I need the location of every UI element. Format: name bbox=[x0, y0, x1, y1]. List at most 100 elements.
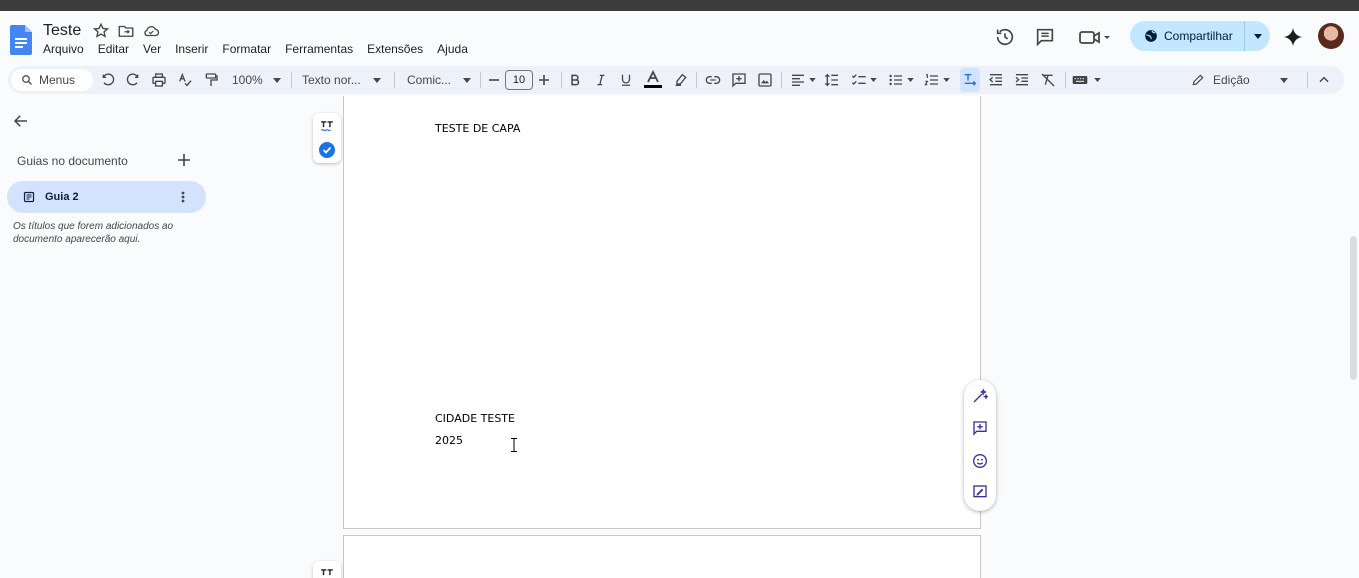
doc-tab-icon bbox=[23, 191, 35, 203]
share-main[interactable]: Compartilhar bbox=[1130, 21, 1245, 51]
paint-format-icon[interactable] bbox=[203, 71, 219, 89]
menu-arquivo[interactable]: Arquivo bbox=[36, 42, 91, 56]
suggest-icon[interactable] bbox=[972, 484, 988, 500]
star-icon[interactable] bbox=[92, 22, 110, 40]
document-title[interactable]: Teste bbox=[43, 22, 81, 40]
highlight-icon[interactable] bbox=[673, 71, 689, 89]
comment-icon[interactable] bbox=[1034, 26, 1056, 48]
check-circle-icon[interactable] bbox=[319, 142, 335, 158]
text-direction-icon[interactable] bbox=[962, 71, 978, 89]
add-comment-icon[interactable] bbox=[972, 420, 988, 436]
app-header: Teste Arquivo Editar Ver Inserir Formata… bbox=[0, 11, 1359, 63]
divider bbox=[291, 72, 292, 88]
emoji-icon[interactable] bbox=[972, 453, 988, 469]
cloud-icon[interactable] bbox=[142, 22, 160, 40]
guides-title: Guias no documento bbox=[17, 154, 128, 168]
text-direction-mini-icon[interactable] bbox=[320, 120, 334, 132]
text-direction-mini-icon[interactable] bbox=[320, 568, 334, 578]
side-tools-card bbox=[313, 113, 341, 163]
divider bbox=[1065, 72, 1066, 88]
tab-guia-2[interactable]: Guia 2 bbox=[7, 181, 206, 213]
doc-line-year[interactable]: 2025 bbox=[435, 434, 463, 447]
globe-icon bbox=[1144, 29, 1158, 43]
document-page-2[interactable] bbox=[343, 535, 981, 578]
search-icon bbox=[21, 74, 33, 86]
share-label: Compartilhar bbox=[1164, 29, 1233, 43]
spellcheck-icon[interactable] bbox=[177, 71, 193, 89]
edit-spark-icon[interactable] bbox=[972, 388, 988, 404]
underline-icon[interactable] bbox=[619, 71, 633, 89]
search-menus[interactable]: Menus bbox=[11, 69, 93, 91]
clear-format-icon[interactable] bbox=[1040, 71, 1056, 89]
divider bbox=[480, 72, 481, 88]
docs-logo-icon[interactable] bbox=[10, 25, 32, 55]
plus-icon[interactable] bbox=[177, 153, 191, 167]
increase-indent-icon[interactable] bbox=[1014, 71, 1030, 89]
text-cursor-icon bbox=[511, 438, 517, 452]
toolbar: Menus 100% Texto nor... Comic... 10 Ediç… bbox=[8, 66, 1344, 94]
gemini-icon[interactable] bbox=[1282, 26, 1304, 48]
menu-extensoes[interactable]: Extensões bbox=[360, 42, 430, 56]
move-folder-icon[interactable] bbox=[117, 22, 135, 40]
image-icon[interactable] bbox=[757, 71, 773, 89]
style-select[interactable]: Texto nor... bbox=[302, 71, 381, 89]
font-size-input[interactable]: 10 bbox=[505, 70, 533, 90]
tabs-hint: Os títulos que forem adicionados ao docu… bbox=[13, 220, 203, 246]
doc-line-city[interactable]: CIDADE TESTE bbox=[435, 412, 515, 425]
divider bbox=[781, 72, 782, 88]
style-value: Texto nor... bbox=[302, 73, 361, 87]
bold-icon[interactable] bbox=[568, 71, 582, 89]
link-icon[interactable] bbox=[705, 71, 721, 89]
browser-top-strip bbox=[0, 0, 1359, 11]
side-tools-card-2 bbox=[313, 561, 341, 578]
bullet-list-icon[interactable] bbox=[888, 71, 914, 89]
menu-ferramentas[interactable]: Ferramentas bbox=[278, 42, 360, 56]
numbered-list-icon[interactable] bbox=[924, 71, 950, 89]
text-color-icon[interactable] bbox=[643, 71, 663, 89]
meet-icon[interactable] bbox=[1078, 26, 1112, 48]
search-label: Menus bbox=[39, 73, 75, 87]
divider bbox=[561, 72, 562, 88]
mode-value: Edição bbox=[1213, 73, 1250, 87]
font-select[interactable]: Comic... bbox=[407, 71, 471, 89]
floating-actions bbox=[964, 380, 996, 511]
avatar[interactable] bbox=[1318, 23, 1344, 49]
font-value: Comic... bbox=[407, 73, 451, 87]
checklist-icon[interactable] bbox=[851, 71, 877, 89]
menu-formatar[interactable]: Formatar bbox=[215, 42, 278, 56]
print-icon[interactable] bbox=[151, 71, 167, 89]
mode-select[interactable]: Edição bbox=[1191, 71, 1288, 89]
menu-editar[interactable]: Editar bbox=[91, 42, 136, 56]
collapse-icon[interactable] bbox=[1317, 71, 1331, 89]
document-tabs-sidebar: Guias no documento Guia 2 Os títulos que… bbox=[0, 100, 215, 578]
tab-label: Guia 2 bbox=[45, 191, 79, 203]
increase-font-icon[interactable] bbox=[538, 71, 550, 89]
add-comment-icon[interactable] bbox=[731, 71, 747, 89]
pencil-icon bbox=[1191, 73, 1205, 87]
more-vert-icon[interactable] bbox=[181, 191, 185, 203]
undo-icon[interactable] bbox=[100, 71, 116, 89]
document-page[interactable]: TESTE DE CAPA CIDADE TESTE 2025 bbox=[343, 96, 981, 529]
divider bbox=[696, 72, 697, 88]
italic-icon[interactable] bbox=[594, 71, 608, 89]
menu-ver[interactable]: Ver bbox=[136, 42, 168, 56]
divider bbox=[1307, 72, 1308, 88]
keyboard-icon[interactable] bbox=[1072, 71, 1101, 89]
doc-line-title[interactable]: TESTE DE CAPA bbox=[435, 122, 520, 135]
share-button[interactable]: Compartilhar bbox=[1130, 21, 1270, 51]
zoom-select[interactable]: 100% bbox=[232, 71, 281, 89]
divider bbox=[394, 72, 395, 88]
back-arrow-icon[interactable] bbox=[12, 112, 30, 130]
scrollbar[interactable] bbox=[1350, 236, 1357, 380]
history-icon[interactable] bbox=[994, 26, 1016, 48]
redo-icon[interactable] bbox=[125, 71, 141, 89]
menu-inserir[interactable]: Inserir bbox=[168, 42, 215, 56]
decrease-indent-icon[interactable] bbox=[988, 71, 1004, 89]
line-spacing-icon[interactable] bbox=[824, 71, 840, 89]
share-dropdown[interactable] bbox=[1245, 21, 1270, 51]
align-icon[interactable] bbox=[790, 71, 816, 89]
menu-ajuda[interactable]: Ajuda bbox=[430, 42, 475, 56]
decrease-font-icon[interactable] bbox=[488, 71, 500, 89]
zoom-value: 100% bbox=[232, 73, 263, 87]
chevron-down-icon bbox=[1254, 34, 1262, 39]
